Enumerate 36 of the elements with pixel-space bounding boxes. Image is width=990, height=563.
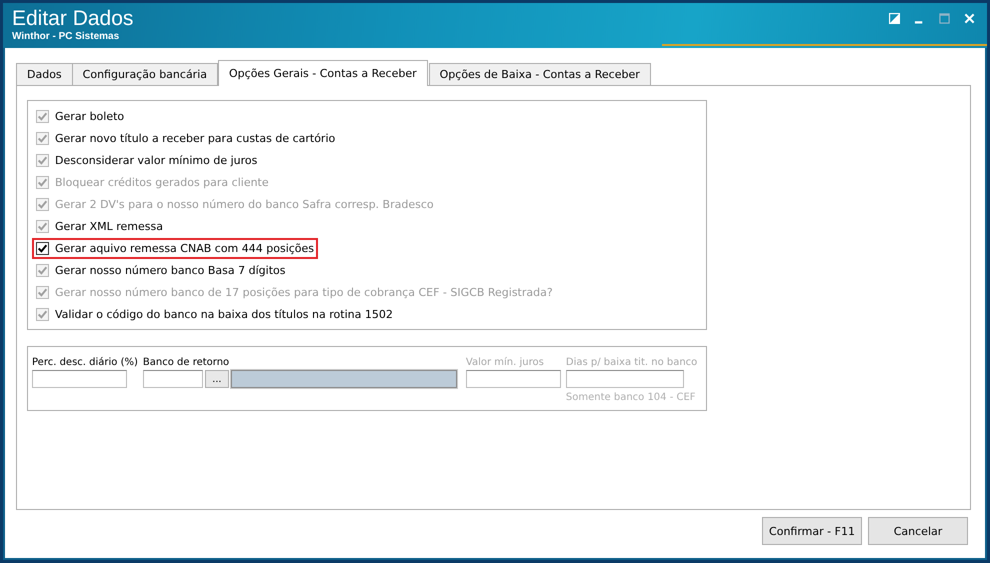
checkbox[interactable] xyxy=(36,242,49,254)
close-icon[interactable] xyxy=(964,13,975,24)
tab[interactable]: Opções de Baixa - Contas a Receber xyxy=(428,63,651,86)
dialog-button[interactable]: Confirmar - F11 xyxy=(762,517,862,545)
checkbox-label: Validar o código do banco na baixa dos títulos na rotina 1502 xyxy=(55,308,393,320)
checkbox-label: Gerar nosso número banco Basa 7 dígitos xyxy=(55,264,286,276)
theme-icon[interactable] xyxy=(889,13,900,24)
checkbox-label: Gerar aquivo remessa CNAB com 444 posições xyxy=(55,242,314,254)
field-label: Dias p/ baixa tit. no banco xyxy=(566,357,698,368)
checkbox[interactable] xyxy=(36,110,49,122)
checkbox[interactable] xyxy=(36,154,49,166)
field-label: Perc. desc. diário (%) xyxy=(32,357,138,368)
hint-text: Somente banco 104 - CEF xyxy=(566,392,697,403)
checkbox-label: Gerar XML remessa xyxy=(55,220,163,232)
checkbox[interactable] xyxy=(36,220,49,232)
checkbox[interactable] xyxy=(36,264,49,276)
tab[interactable]: Opções Gerais - Contas a Receber xyxy=(218,60,428,86)
checkbox-label: Gerar novo título a receber para custas de cartório xyxy=(55,132,336,144)
checkbox-label: Gerar nosso número banco de 17 posições para tipo de cobrança CEF - SIGCB Registrada? xyxy=(55,286,553,298)
lookup-button[interactable]: ... xyxy=(204,370,229,388)
checkbox[interactable] xyxy=(36,132,49,144)
input-field[interactable] xyxy=(142,370,203,388)
dialog-button[interactable]: Cancelar xyxy=(868,517,968,545)
tab[interactable]: Configuração bancária xyxy=(72,63,218,86)
maximize-icon[interactable] xyxy=(939,13,950,24)
window-subtitle: Winthor - PC Sistemas xyxy=(12,31,120,42)
window-title: Editar Dados xyxy=(12,7,134,31)
field-label: Valor mín. juros xyxy=(466,357,545,368)
checkbox[interactable] xyxy=(36,308,49,320)
checkbox-label: Gerar 2 DV's para o nosso número do banco Safra corresp. Bradesco xyxy=(55,198,434,210)
checkbox-label: Desconsiderar valor mínimo de juros xyxy=(55,154,258,166)
field-label: Banco de retorno xyxy=(142,357,230,368)
input-field[interactable] xyxy=(32,370,127,388)
tab[interactable]: Dados xyxy=(16,63,73,86)
checkbox-label: Bloquear créditos gerados para cliente xyxy=(55,176,269,188)
checkbox-label: Gerar boleto xyxy=(55,110,124,122)
